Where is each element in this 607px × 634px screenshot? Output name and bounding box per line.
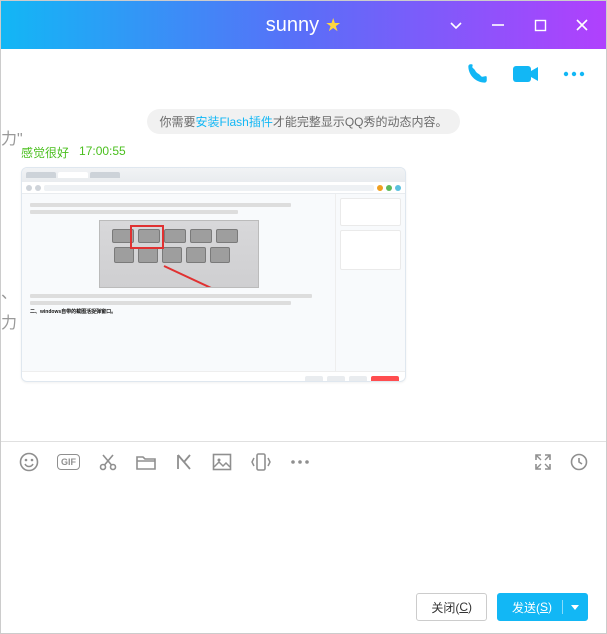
history-icon[interactable] bbox=[570, 453, 588, 471]
emoji-icon[interactable] bbox=[19, 452, 39, 472]
top-toolbar bbox=[1, 49, 606, 99]
titlebar: sunny ★ bbox=[1, 1, 606, 49]
message-input[interactable] bbox=[1, 481, 606, 581]
video-call-icon[interactable] bbox=[512, 63, 540, 85]
dropdown-icon[interactable] bbox=[444, 13, 468, 37]
send-dropdown-icon[interactable] bbox=[562, 600, 579, 614]
maximize-icon[interactable] bbox=[528, 13, 552, 37]
gif-icon[interactable]: GIF bbox=[57, 454, 80, 470]
install-flash-link[interactable]: 安装Flash插件 bbox=[195, 115, 272, 129]
close-button[interactable]: 关闭(C) bbox=[416, 593, 487, 621]
chat-title: sunny bbox=[266, 14, 319, 37]
more-icon[interactable] bbox=[562, 69, 586, 79]
close-icon[interactable] bbox=[570, 13, 594, 37]
shake-icon[interactable] bbox=[250, 452, 272, 472]
sender-name: 感觉很好 bbox=[21, 144, 69, 161]
more-tools-icon[interactable] bbox=[290, 459, 310, 465]
image-icon[interactable] bbox=[212, 453, 232, 471]
message-header: 感觉很好 17:00:55 bbox=[21, 144, 586, 161]
star-icon: ★ bbox=[325, 15, 341, 36]
share-icon[interactable] bbox=[174, 452, 194, 472]
chat-area: 感觉很好 17:00:55 bbox=[1, 140, 606, 441]
bottom-bar: 关闭(C) 发送(S) bbox=[1, 581, 606, 633]
voice-call-icon[interactable] bbox=[464, 61, 490, 87]
message-time: 17:00:55 bbox=[79, 144, 126, 161]
expand-icon[interactable] bbox=[534, 453, 552, 471]
minimize-icon[interactable] bbox=[486, 13, 510, 37]
send-button[interactable]: 发送(S) bbox=[497, 593, 588, 621]
input-toolbar: GIF bbox=[1, 441, 606, 481]
flash-notice: 你需要安装Flash插件才能完整显示QQ秀的动态内容。 bbox=[147, 109, 459, 134]
screenshot-thumbnail[interactable]: 二、windows自带的截图活捉弹窗口。 bbox=[21, 167, 406, 382]
folder-icon[interactable] bbox=[136, 453, 156, 471]
scissors-icon[interactable] bbox=[98, 452, 118, 472]
